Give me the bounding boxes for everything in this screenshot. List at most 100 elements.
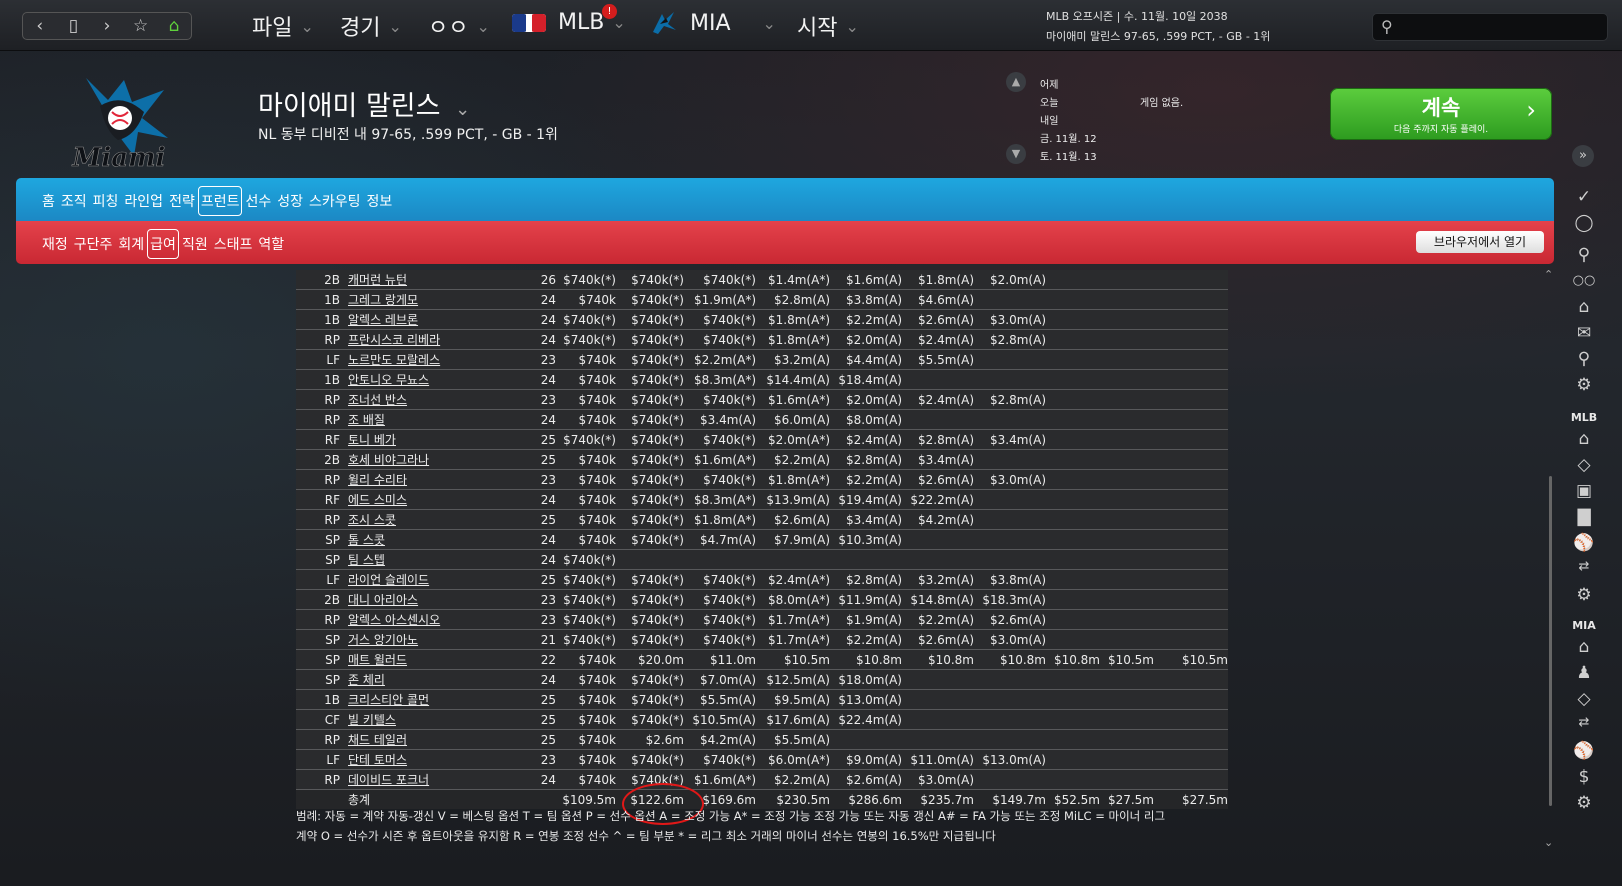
player-position: SP bbox=[296, 529, 344, 550]
menu-oo[interactable]: ㅇㅇ ⌄ bbox=[428, 10, 490, 42]
star-icon[interactable]: ☆ bbox=[128, 13, 154, 39]
mia-baseball-icon[interactable]: ⚾ bbox=[1572, 741, 1596, 761]
tab-finances[interactable]: 재정 bbox=[42, 234, 68, 254]
oo-icon[interactable]: ○○ bbox=[1572, 273, 1596, 288]
player-name-link[interactable]: 그레그 랑게모 bbox=[348, 293, 418, 307]
table-scrollbar[interactable]: ⌃ ⌄ bbox=[1544, 268, 1556, 849]
mail-icon[interactable]: ✉ bbox=[1572, 323, 1596, 343]
schedule-up-icon[interactable]: ▲ bbox=[1006, 72, 1026, 92]
player-name-link[interactable]: 대니 아리아스 bbox=[348, 593, 418, 607]
player-name-link[interactable]: 노르만도 모랄레스 bbox=[348, 353, 440, 367]
page-icon[interactable]: ▯ bbox=[60, 13, 86, 39]
menu-mia[interactable]: MIA ⌄ bbox=[650, 10, 776, 36]
continue-button[interactable]: 계속 다음 주까지 자동 플레이. › bbox=[1330, 88, 1552, 140]
tab-pitching[interactable]: 피칭 bbox=[93, 191, 119, 211]
tab-roles[interactable]: 역할 bbox=[258, 234, 284, 254]
bar-chart-icon[interactable]: ▇ bbox=[1572, 507, 1596, 527]
mlb-gear-icon[interactable]: ⚙ bbox=[1572, 585, 1596, 605]
home-icon[interactable]: ⌂ bbox=[161, 13, 187, 39]
player-name-link[interactable]: 단테 토머스 bbox=[348, 753, 407, 767]
tab-development[interactable]: 성장 bbox=[277, 191, 303, 211]
player-name-link[interactable]: 알렉스 레브론 bbox=[348, 313, 418, 327]
salary-cell: $1.8m(A) bbox=[902, 270, 974, 290]
tab-front-office[interactable]: 프런트 bbox=[197, 186, 243, 216]
tab-players[interactable]: 선수 bbox=[245, 191, 271, 211]
salary-cell: $1.9m(A) bbox=[830, 609, 902, 630]
tab-accounting[interactable]: 회계 bbox=[118, 234, 144, 254]
tab-lineup[interactable]: 라인업 bbox=[124, 191, 163, 211]
salary-cell: $740k(*) bbox=[684, 629, 756, 650]
player-name-link[interactable]: 팀 스텝 bbox=[348, 553, 385, 567]
player-name-cell: 노르만도 모랄레스 bbox=[344, 349, 524, 370]
player-name-link[interactable]: 윌리 수리타 bbox=[348, 473, 407, 487]
player-name-link[interactable]: 데이비드 포크너 bbox=[348, 773, 429, 787]
scroll-down-icon[interactable]: ⌄ bbox=[1544, 836, 1553, 849]
player-name-link[interactable]: 매트 윌러드 bbox=[348, 653, 407, 667]
search-icon[interactable]: ⚲ bbox=[1572, 349, 1596, 369]
chevron-down-icon: ⌄ bbox=[845, 16, 859, 36]
globe-icon[interactable]: ◯ bbox=[1572, 213, 1596, 233]
tab-home[interactable]: 홈 bbox=[42, 191, 55, 211]
tab-personnel[interactable]: 직원 bbox=[182, 234, 208, 254]
roster-icon[interactable]: ♟ bbox=[1572, 663, 1596, 683]
player-name-link[interactable]: 크리스티안 콜먼 bbox=[348, 693, 429, 707]
tab-owner[interactable]: 구단주 bbox=[74, 234, 113, 254]
mia-gear-icon[interactable]: ⚙ bbox=[1572, 793, 1596, 813]
player-name-link[interactable]: 알렉스 아스센시오 bbox=[348, 613, 440, 627]
diamond-icon[interactable]: ◇ bbox=[1572, 455, 1596, 475]
player-name-link[interactable]: 조시 스콧 bbox=[348, 513, 396, 527]
player-name-link[interactable]: 호세 비야그라나 bbox=[348, 453, 429, 467]
baseball-icon[interactable]: ⚾ bbox=[1572, 533, 1596, 553]
collapse-sidebar-icon[interactable]: » bbox=[1572, 145, 1594, 167]
player-name-link[interactable]: 톰 스콧 bbox=[348, 533, 385, 547]
id-card-icon[interactable]: ▣ bbox=[1572, 481, 1596, 501]
mlb-home-icon[interactable]: ⌂ bbox=[1572, 429, 1596, 449]
gear-icon[interactable]: ⚙ bbox=[1572, 375, 1596, 395]
player-name-link[interactable]: 조너선 반스 bbox=[348, 393, 407, 407]
dollar-icon[interactable]: $ bbox=[1572, 767, 1596, 787]
menu-game[interactable]: 경기 ⌄ bbox=[340, 10, 402, 42]
player-name-link[interactable]: 존 체리 bbox=[348, 673, 385, 687]
player-name-link[interactable]: 채드 테일러 bbox=[348, 733, 407, 747]
schedule-today-info: 게임 없음. bbox=[1140, 98, 1184, 109]
checkmark-icon[interactable]: ✓ bbox=[1572, 187, 1596, 207]
tab-scouting[interactable]: 스카우팅 bbox=[309, 191, 361, 211]
player-name-link[interactable]: 조 배질 bbox=[348, 413, 385, 427]
scroll-thumb[interactable] bbox=[1549, 476, 1552, 806]
mia-transactions-icon[interactable]: ⇄ bbox=[1572, 715, 1596, 730]
player-name-link[interactable]: 캐머런 뉴턴 bbox=[348, 273, 407, 287]
player-name-link[interactable]: 프란시스코 리베라 bbox=[348, 333, 440, 347]
salary-cell: $740k(*) bbox=[684, 589, 756, 610]
player-name-link[interactable]: 토니 베가 bbox=[348, 433, 396, 447]
transactions-icon[interactable]: ⇄ bbox=[1572, 559, 1596, 574]
logo-wordmark: Miami bbox=[72, 143, 166, 173]
lightbulb-icon[interactable]: ⚲ bbox=[1572, 245, 1596, 265]
schedule-down-icon[interactable]: ▼ bbox=[1006, 144, 1026, 164]
menu-start[interactable]: 시작 ⌄ bbox=[797, 10, 859, 42]
forward-icon[interactable]: › bbox=[94, 13, 120, 39]
schedule-day: 금. 11월. 12 bbox=[1040, 134, 1097, 145]
tab-payroll[interactable]: 급여 bbox=[147, 229, 179, 259]
menu-file[interactable]: 파일 ⌄ bbox=[252, 10, 314, 42]
tab-organization[interactable]: 조직 bbox=[61, 191, 87, 211]
search-input[interactable]: ⚲ bbox=[1372, 13, 1608, 41]
mia-home-icon[interactable]: ⌂ bbox=[1572, 637, 1596, 657]
tab-info[interactable]: 정보 bbox=[367, 191, 393, 211]
table-row: 1B 안토니오 무뇨스 24 $740k $740k(*) $8.3m(A*) $14.4m… bbox=[296, 369, 1228, 390]
tab-strategy[interactable]: 전략 bbox=[169, 191, 195, 211]
mia-diamond-icon[interactable]: ◇ bbox=[1572, 689, 1596, 709]
player-name-link[interactable]: 안토니오 무뇨스 bbox=[348, 373, 429, 387]
player-name-link[interactable]: 에드 스미스 bbox=[348, 493, 407, 507]
home-icon[interactable]: ⌂ bbox=[1572, 297, 1596, 317]
player-name-link[interactable]: 빌 키텔스 bbox=[348, 713, 396, 727]
salary-cell: $740k(*) bbox=[616, 289, 684, 310]
tab-staff[interactable]: 스태프 bbox=[214, 234, 253, 254]
team-name[interactable]: 마이애미 말린스 ⌄ bbox=[258, 84, 470, 123]
salary-cell: $18.3m(A) bbox=[974, 589, 1046, 610]
player-name-link[interactable]: 거스 앙기아노 bbox=[348, 633, 418, 647]
menu-mlb[interactable]: MLB ! ⌄ bbox=[512, 4, 626, 35]
back-icon[interactable]: ‹ bbox=[27, 13, 53, 39]
player-name-link[interactable]: 라이언 슬레이드 bbox=[348, 573, 429, 587]
scroll-up-icon[interactable]: ⌃ bbox=[1544, 268, 1553, 281]
open-in-browser-button[interactable]: 브라우저에서 열기 bbox=[1416, 231, 1544, 253]
